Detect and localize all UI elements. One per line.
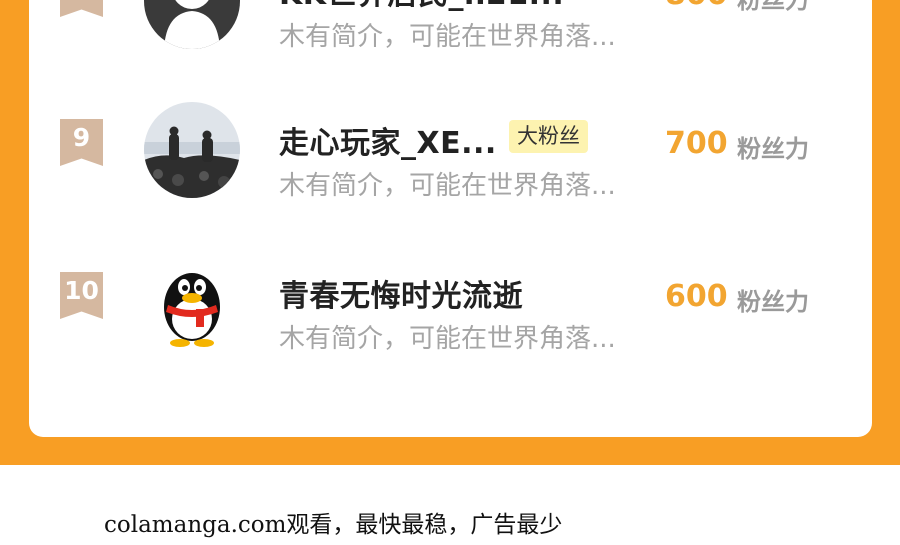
default-avatar[interactable] <box>144 0 240 49</box>
photo-avatar[interactable] <box>144 102 240 198</box>
leaderboard-row[interactable]: 9 走心玩家_XE... 大粉丝 木有简介，可能在世界角落... 700 粉丝力 <box>29 102 872 229</box>
fan-score: 600 <box>665 279 728 314</box>
fan-score: 800 <box>665 0 728 12</box>
user-description: 木有简介，可能在世界角落... <box>279 324 616 354</box>
user-name[interactable]: 青春无悔时光流逝 <box>279 271 523 315</box>
qq-penguin-avatar[interactable] <box>144 255 240 351</box>
fan-badge: 大粉丝 <box>509 120 588 153</box>
user-description: 木有简介，可能在世界角落... <box>279 22 616 52</box>
rank-badge: 9 <box>60 119 103 166</box>
fan-score-label: 粉丝力 <box>737 0 809 14</box>
footer-watermark-text: colamanga.com观看，最快最稳，广告最少 <box>104 512 563 538</box>
leaderboard-card: 8 KK世界居民_h21... 木有简介，可能在世界角落... 800 粉丝力 … <box>29 0 872 437</box>
fan-score-label: 粉丝力 <box>737 135 809 163</box>
fan-score-label: 粉丝力 <box>737 288 809 316</box>
user-name[interactable]: 走心玩家_XE... <box>279 118 497 162</box>
user-description: 木有简介，可能在世界角落... <box>279 171 616 201</box>
user-name[interactable]: KK世界居民_h21... <box>279 0 564 13</box>
leaderboard-row[interactable]: 8 KK世界居民_h21... 木有简介，可能在世界角落... 800 粉丝力 <box>29 0 872 80</box>
leaderboard-row[interactable]: 10 青春无悔时光流逝 木有简介，可能在世界角落... 600 粉丝力 <box>29 255 872 382</box>
rank-badge: 8 <box>60 0 103 17</box>
fan-score: 700 <box>665 126 728 161</box>
rank-badge: 10 <box>60 272 103 319</box>
